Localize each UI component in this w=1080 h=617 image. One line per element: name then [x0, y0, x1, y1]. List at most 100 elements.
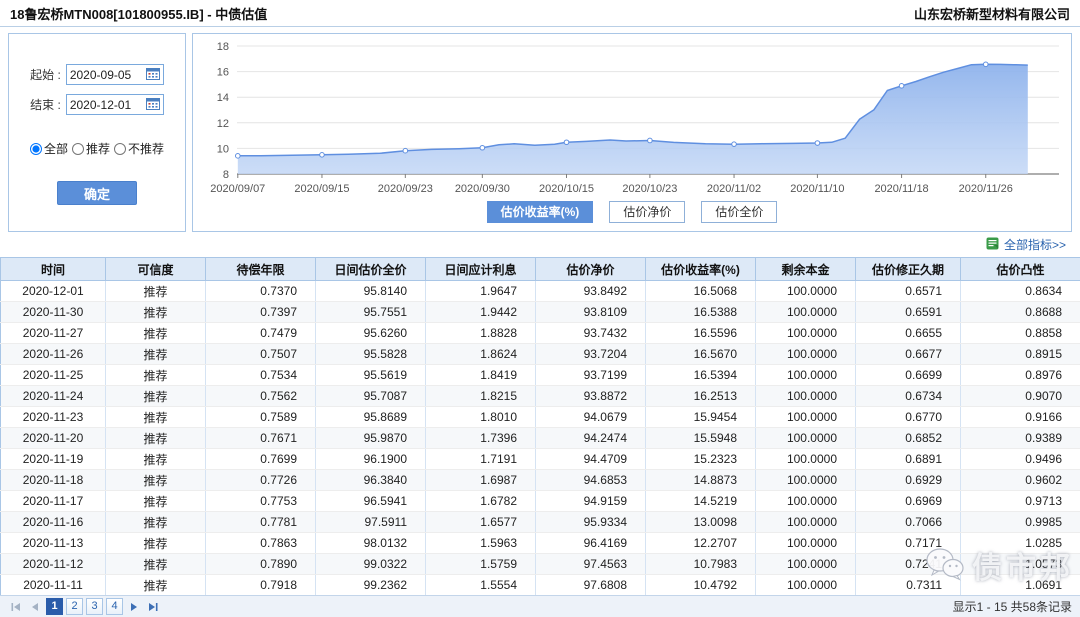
table-cell: 0.7781: [206, 512, 316, 533]
calendar-icon[interactable]: [146, 67, 160, 83]
end-date-value[interactable]: 2020-12-01: [70, 98, 143, 112]
table-cell: 0.9713: [961, 491, 1080, 512]
table-cell: 1.8624: [426, 344, 536, 365]
svg-text:2020/10/23: 2020/10/23: [622, 183, 677, 195]
radio-option-推荐[interactable]: 推荐: [72, 140, 110, 157]
radio-全部[interactable]: [30, 143, 42, 155]
chart-tab-估价全价[interactable]: 估价全价: [701, 201, 777, 223]
table-cell: 2020-11-27: [1, 323, 106, 344]
table-cell: 2020-11-13: [1, 533, 106, 554]
table-cell: 2020-11-16: [1, 512, 106, 533]
confirm-button[interactable]: 确定: [57, 181, 137, 205]
record-count-status: 显示1 - 15 共58条记录: [953, 598, 1072, 615]
prev-page-button[interactable]: [27, 599, 43, 615]
top-section: 起始 : 2020-09-05 结束 : 2020-12-01 全部推荐不推荐 …: [0, 27, 1080, 232]
table-row: 2020-11-25推荐0.753495.56191.841993.719916…: [1, 365, 1080, 386]
table-cell: 0.7534: [206, 365, 316, 386]
table-cell: 14.5219: [646, 491, 756, 512]
page-button-2[interactable]: 2: [66, 598, 83, 615]
chart-tab-bar: 估价收益率(%) 估价净价估价全价: [193, 201, 1071, 223]
table-cell: 0.6891: [856, 449, 961, 470]
table-cell: 2020-11-26: [1, 344, 106, 365]
svg-text:2020/09/23: 2020/09/23: [378, 183, 433, 195]
calendar-icon[interactable]: [146, 97, 160, 113]
table-cell: 0.7753: [206, 491, 316, 512]
table-row: 2020-11-18推荐0.772696.38401.698794.685314…: [1, 470, 1080, 491]
column-header-剩余本金: 剩余本金: [756, 258, 856, 281]
table-cell: 0.7171: [856, 533, 961, 554]
table-cell: 0.6571: [856, 281, 961, 302]
radio-label: 推荐: [86, 140, 110, 157]
chart-tab-估价收益率(%)[interactable]: 估价收益率(%): [487, 201, 594, 223]
start-date-label: 起始 :: [30, 66, 61, 83]
excel-export-icon[interactable]: [986, 237, 999, 253]
table-cell: 1.5554: [426, 575, 536, 596]
table-row: 2020-11-19推荐0.769996.19001.719194.470915…: [1, 449, 1080, 470]
end-date-input[interactable]: 2020-12-01: [66, 94, 164, 115]
table-cell: 1.0573: [961, 554, 1080, 575]
last-page-button[interactable]: [145, 599, 161, 615]
table-cell: 推荐: [106, 281, 206, 302]
svg-text:2020/11/26: 2020/11/26: [959, 183, 1013, 195]
table-cell: 93.8109: [536, 302, 646, 323]
yield-chart: 810121416182020/09/072020/09/152020/09/2…: [193, 38, 1071, 196]
svg-text:2020/09/07: 2020/09/07: [210, 183, 265, 195]
table-cell: 100.0000: [756, 386, 856, 407]
table-cell: 99.0322: [316, 554, 426, 575]
table-cell: 100.0000: [756, 554, 856, 575]
radio-不推荐[interactable]: [114, 143, 126, 155]
table-cell: 97.4563: [536, 554, 646, 575]
radio-推荐[interactable]: [72, 143, 84, 155]
table-cell: 15.2323: [646, 449, 756, 470]
table-cell: 1.5963: [426, 533, 536, 554]
table-cell: 100.0000: [756, 365, 856, 386]
svg-text:2020/09/15: 2020/09/15: [294, 183, 349, 195]
table-cell: 94.2474: [536, 428, 646, 449]
chart-tab-估价净价[interactable]: 估价净价: [609, 201, 685, 223]
column-header-待偿年限: 待偿年限: [206, 258, 316, 281]
svg-text:2020/11/02: 2020/11/02: [707, 183, 761, 195]
radio-option-全部[interactable]: 全部: [30, 140, 68, 157]
table-cell: 95.9870: [316, 428, 426, 449]
start-date-input[interactable]: 2020-09-05: [66, 64, 164, 85]
table-cell: 0.7370: [206, 281, 316, 302]
table-cell: 93.7204: [536, 344, 646, 365]
table-cell: 0.7397: [206, 302, 316, 323]
all-indicators-link[interactable]: 全部指标>>: [1004, 236, 1066, 253]
first-page-button[interactable]: [8, 599, 24, 615]
table-cell: 16.5596: [646, 323, 756, 344]
table-cell: 2020-11-25: [1, 365, 106, 386]
table-cell: 0.6770: [856, 407, 961, 428]
table-cell: 100.0000: [756, 491, 856, 512]
page-button-3[interactable]: 3: [86, 598, 103, 615]
start-date-value[interactable]: 2020-09-05: [70, 68, 143, 82]
start-date-row: 起始 : 2020-09-05: [30, 64, 164, 85]
table-row: 2020-12-01推荐0.737095.81401.964793.849216…: [1, 281, 1080, 302]
table-cell: 2020-11-17: [1, 491, 106, 512]
table-cell: 0.7918: [206, 575, 316, 596]
table-cell: 0.6929: [856, 470, 961, 491]
table-cell: 95.7087: [316, 386, 426, 407]
table-cell: 15.9454: [646, 407, 756, 428]
page-button-1[interactable]: 1: [46, 598, 63, 615]
table-cell: 0.6969: [856, 491, 961, 512]
page-button-4[interactable]: 4: [106, 598, 123, 615]
radio-option-不推荐[interactable]: 不推荐: [114, 140, 164, 157]
table-cell: 2020-11-30: [1, 302, 106, 323]
table-cell: 100.0000: [756, 344, 856, 365]
next-page-button[interactable]: [126, 599, 142, 615]
table-cell: 0.7311: [856, 575, 961, 596]
table-cell: 96.3840: [316, 470, 426, 491]
svg-text:2020/11/10: 2020/11/10: [790, 183, 844, 195]
table-cell: 1.0691: [961, 575, 1080, 596]
table-cell: 0.9602: [961, 470, 1080, 491]
table-cell: 100.0000: [756, 281, 856, 302]
table-cell: 93.7432: [536, 323, 646, 344]
table-cell: 推荐: [106, 575, 206, 596]
table-cell: 1.8828: [426, 323, 536, 344]
table-cell: 97.6808: [536, 575, 646, 596]
table-cell: 0.7671: [206, 428, 316, 449]
table-cell: 0.8634: [961, 281, 1080, 302]
table-cell: 0.7589: [206, 407, 316, 428]
table-cell: 95.8689: [316, 407, 426, 428]
